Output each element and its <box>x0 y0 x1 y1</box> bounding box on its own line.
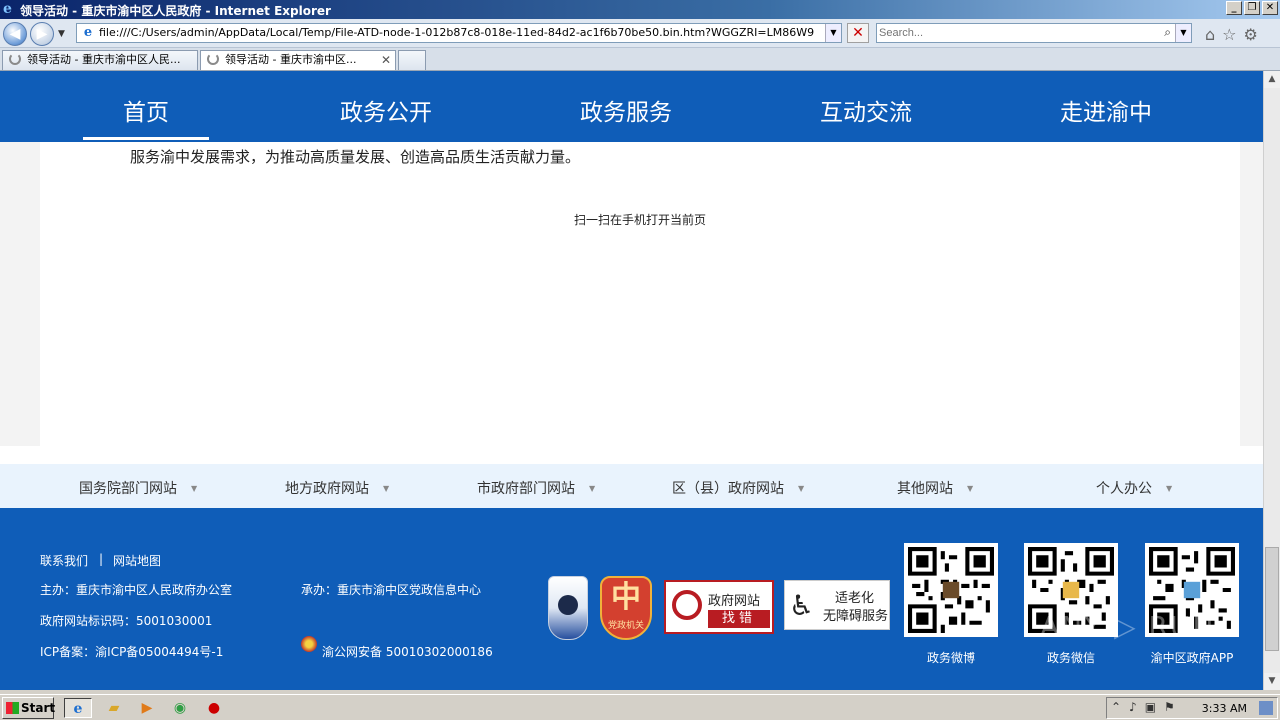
scan-qr-text: 扫一扫在手机打开当前页 <box>573 213 706 227</box>
link-local-gov[interactable]: 地方政府网站 ▼ <box>285 478 389 498</box>
search-input[interactable] <box>879 26 1155 40</box>
page-icon: e <box>83 25 93 40</box>
error-report-line1: 政府网站 <box>708 594 761 609</box>
ie-taskbar-icon[interactable]: e <box>64 698 92 718</box>
vertical-scrollbar[interactable]: ▲ ▼ <box>1263 71 1280 690</box>
window-titlebar: e 领导活动 - 重庆市渝中区人民政府 - Internet Explorer … <box>0 0 1280 19</box>
party-gov-label: 党政机关 <box>607 621 644 631</box>
tray-clock[interactable]: 3:33 AM <box>1202 702 1247 715</box>
loading-spinner-icon <box>9 53 21 65</box>
sitemap-link[interactable]: 网站地图 <box>113 552 161 569</box>
scroll-thumb[interactable] <box>1265 547 1279 651</box>
windows-flag-icon <box>6 702 19 714</box>
tab-1-label: 领导活动 - 重庆市渝中区人民... <box>27 53 181 66</box>
nav-gov-services[interactable]: 政务服务 <box>580 93 672 127</box>
article-card <box>40 142 1240 446</box>
system-tray: ⌃♪▣⚑ 3:33 AM <box>1106 697 1278 719</box>
caret-down-icon: ▼ <box>383 484 390 493</box>
anyrun-watermark: ANY ▷ RUN <box>1040 610 1216 643</box>
forward-button[interactable]: ▶ <box>30 22 54 46</box>
footer-police-record[interactable]: 渝公网安备 50010302000186 <box>322 643 493 660</box>
site-main-nav: 首页 政务公开 政务服务 互动交流 走进渝中 <box>0 71 1263 142</box>
nav-home[interactable]: 首页 <box>83 93 209 140</box>
contact-link[interactable]: 联系我们 <box>40 552 88 569</box>
error-report-line2: 找错 <box>708 610 770 628</box>
media-player-icon[interactable]: ▶ <box>133 698 161 718</box>
link-personal-office[interactable]: 个人办公 ▼ <box>1096 478 1172 498</box>
tab-close-icon[interactable]: ✕ <box>381 51 391 69</box>
show-desktop-button[interactable] <box>1259 701 1273 715</box>
start-label: Start <box>21 701 56 715</box>
chrome-icon[interactable]: ◉ <box>166 698 194 718</box>
caret-down-icon: ▼ <box>798 484 805 493</box>
caret-down-icon: ▼ <box>967 484 974 493</box>
close-window-button[interactable]: ✕ <box>1262 1 1278 15</box>
link-city-depts[interactable]: 市政府部门网站 ▼ <box>477 478 595 498</box>
search-box[interactable]: ⌕ ▼ <box>876 23 1192 43</box>
accessibility-service[interactable]: ♿ 适老化 无障碍服务 <box>784 580 890 630</box>
related-links-bar: 国务院部门网站 ▼ 地方政府网站 ▼ 市政府部门网站 ▼ 区（县）政府网站 ▼ 其他网站… <box>0 464 1263 508</box>
window-title: 领导活动 - 重庆市渝中区人民政府 - Internet Explorer <box>20 4 331 18</box>
scroll-up-icon[interactable]: ▲ <box>1264 71 1280 88</box>
cyber-police-badge[interactable] <box>548 576 588 640</box>
footer-site-id: 政府网站标识码：5001030001 <box>40 614 213 628</box>
address-dropdown-icon[interactable]: ▼ <box>825 24 841 42</box>
ie-logo-icon: e <box>3 1 12 17</box>
start-button[interactable]: Start <box>2 697 56 719</box>
tab-2-label: 领导活动 - 重庆市渝中区... <box>225 53 357 66</box>
tab-1[interactable]: 领导活动 - 重庆市渝中区人民... <box>2 50 198 70</box>
minimize-button[interactable]: _ <box>1226 1 1242 15</box>
navigation-bar: ◀ ▶ ▼ e file:///C:/Users/admin/AppData/L… <box>0 19 1280 48</box>
wheelchair-icon: ♿ <box>789 589 815 622</box>
security-app-icon[interactable]: ● <box>200 698 228 718</box>
explorer-folder-icon[interactable]: ▰ <box>100 698 128 718</box>
gov-site-error-report[interactable]: 政府网站 找错 <box>664 580 774 634</box>
footer-separator: | <box>99 552 104 566</box>
link-other-sites[interactable]: 其他网站 ▼ <box>897 478 973 498</box>
wechat-label: 政务微信 <box>1046 651 1095 665</box>
article-paragraph: 服务渝中发展需求，为推动高质量发展、创造高品质生活贡献力量。 <box>130 148 581 166</box>
tab-2-active[interactable]: 领导活动 - 重庆市渝中区... ✕ <box>200 50 396 70</box>
police-figure-icon <box>558 595 578 615</box>
recent-pages-dropdown[interactable]: ▼ <box>58 29 65 39</box>
accessibility-line2: 无障碍服务 <box>823 609 889 624</box>
stop-button[interactable]: ✕ <box>847 23 869 43</box>
weibo-qr-code <box>904 543 998 637</box>
party-gov-emblem-icon: 中 <box>611 580 641 615</box>
footer-organizer: 承办：重庆市渝中区党政信息中心 <box>301 583 482 597</box>
new-tab-button[interactable] <box>398 50 426 70</box>
party-gov-org-badge[interactable]: 中 党政机关 <box>600 576 652 640</box>
restore-button[interactable]: ❐ <box>1244 1 1260 15</box>
caret-down-icon: ▼ <box>191 484 198 493</box>
link-state-council-depts[interactable]: 国务院部门网站 ▼ <box>79 478 197 498</box>
accessibility-line1: 适老化 <box>835 591 875 606</box>
windows-taskbar: Start e ▰ ▶ ◉ ● ⌃♪▣⚑ 3:33 AM <box>0 694 1280 720</box>
home-icon[interactable]: ⌂ <box>1205 25 1215 44</box>
caret-down-icon: ▼ <box>589 484 596 493</box>
address-bar[interactable]: e file:///C:/Users/admin/AppData/Local/T… <box>76 23 842 43</box>
app-label: 渝中区政府APP <box>1150 651 1234 665</box>
search-dropdown-icon[interactable]: ▼ <box>1175 24 1191 42</box>
footer-host: 主办：重庆市渝中区人民政府办公室 <box>40 583 233 597</box>
link-district-gov[interactable]: 区（县）政府网站 ▼ <box>672 478 804 498</box>
magnifier-icon <box>672 590 702 620</box>
nav-interaction[interactable]: 互动交流 <box>820 93 912 127</box>
police-badge-icon <box>301 636 317 652</box>
tray-icons[interactable]: ⌃♪▣⚑ <box>1111 700 1183 714</box>
tab-strip: 领导活动 - 重庆市渝中区人民... 领导活动 - 重庆市渝中区... ✕ <box>0 48 1280 71</box>
footer-icp[interactable]: ICP备案：渝ICP备05004494号-1 <box>40 643 223 660</box>
site-footer: 联系我们 | 网站地图 主办：重庆市渝中区人民政府办公室 承办：重庆市渝中区党政… <box>0 508 1263 690</box>
page-viewport: 首页 政务公开 政务服务 互动交流 走进渝中 服务渝中发展需求，为推动高质量发展… <box>0 71 1263 690</box>
back-button[interactable]: ◀ <box>3 22 27 46</box>
nav-about-yuzhong[interactable]: 走进渝中 <box>1060 93 1152 127</box>
nav-gov-affairs-public[interactable]: 政务公开 <box>340 93 432 127</box>
weibo-label: 政务微博 <box>926 651 975 665</box>
favorites-star-icon[interactable]: ☆ <box>1222 25 1236 44</box>
caret-down-icon: ▼ <box>1166 484 1173 493</box>
scroll-down-icon[interactable]: ▼ <box>1264 673 1280 690</box>
loading-spinner-icon <box>207 53 219 65</box>
search-icon[interactable]: ⌕ <box>1164 25 1171 40</box>
address-url[interactable]: file:///C:/Users/admin/AppData/Local/Tem… <box>99 26 819 39</box>
tools-gear-icon[interactable]: ⚙ <box>1244 25 1258 44</box>
